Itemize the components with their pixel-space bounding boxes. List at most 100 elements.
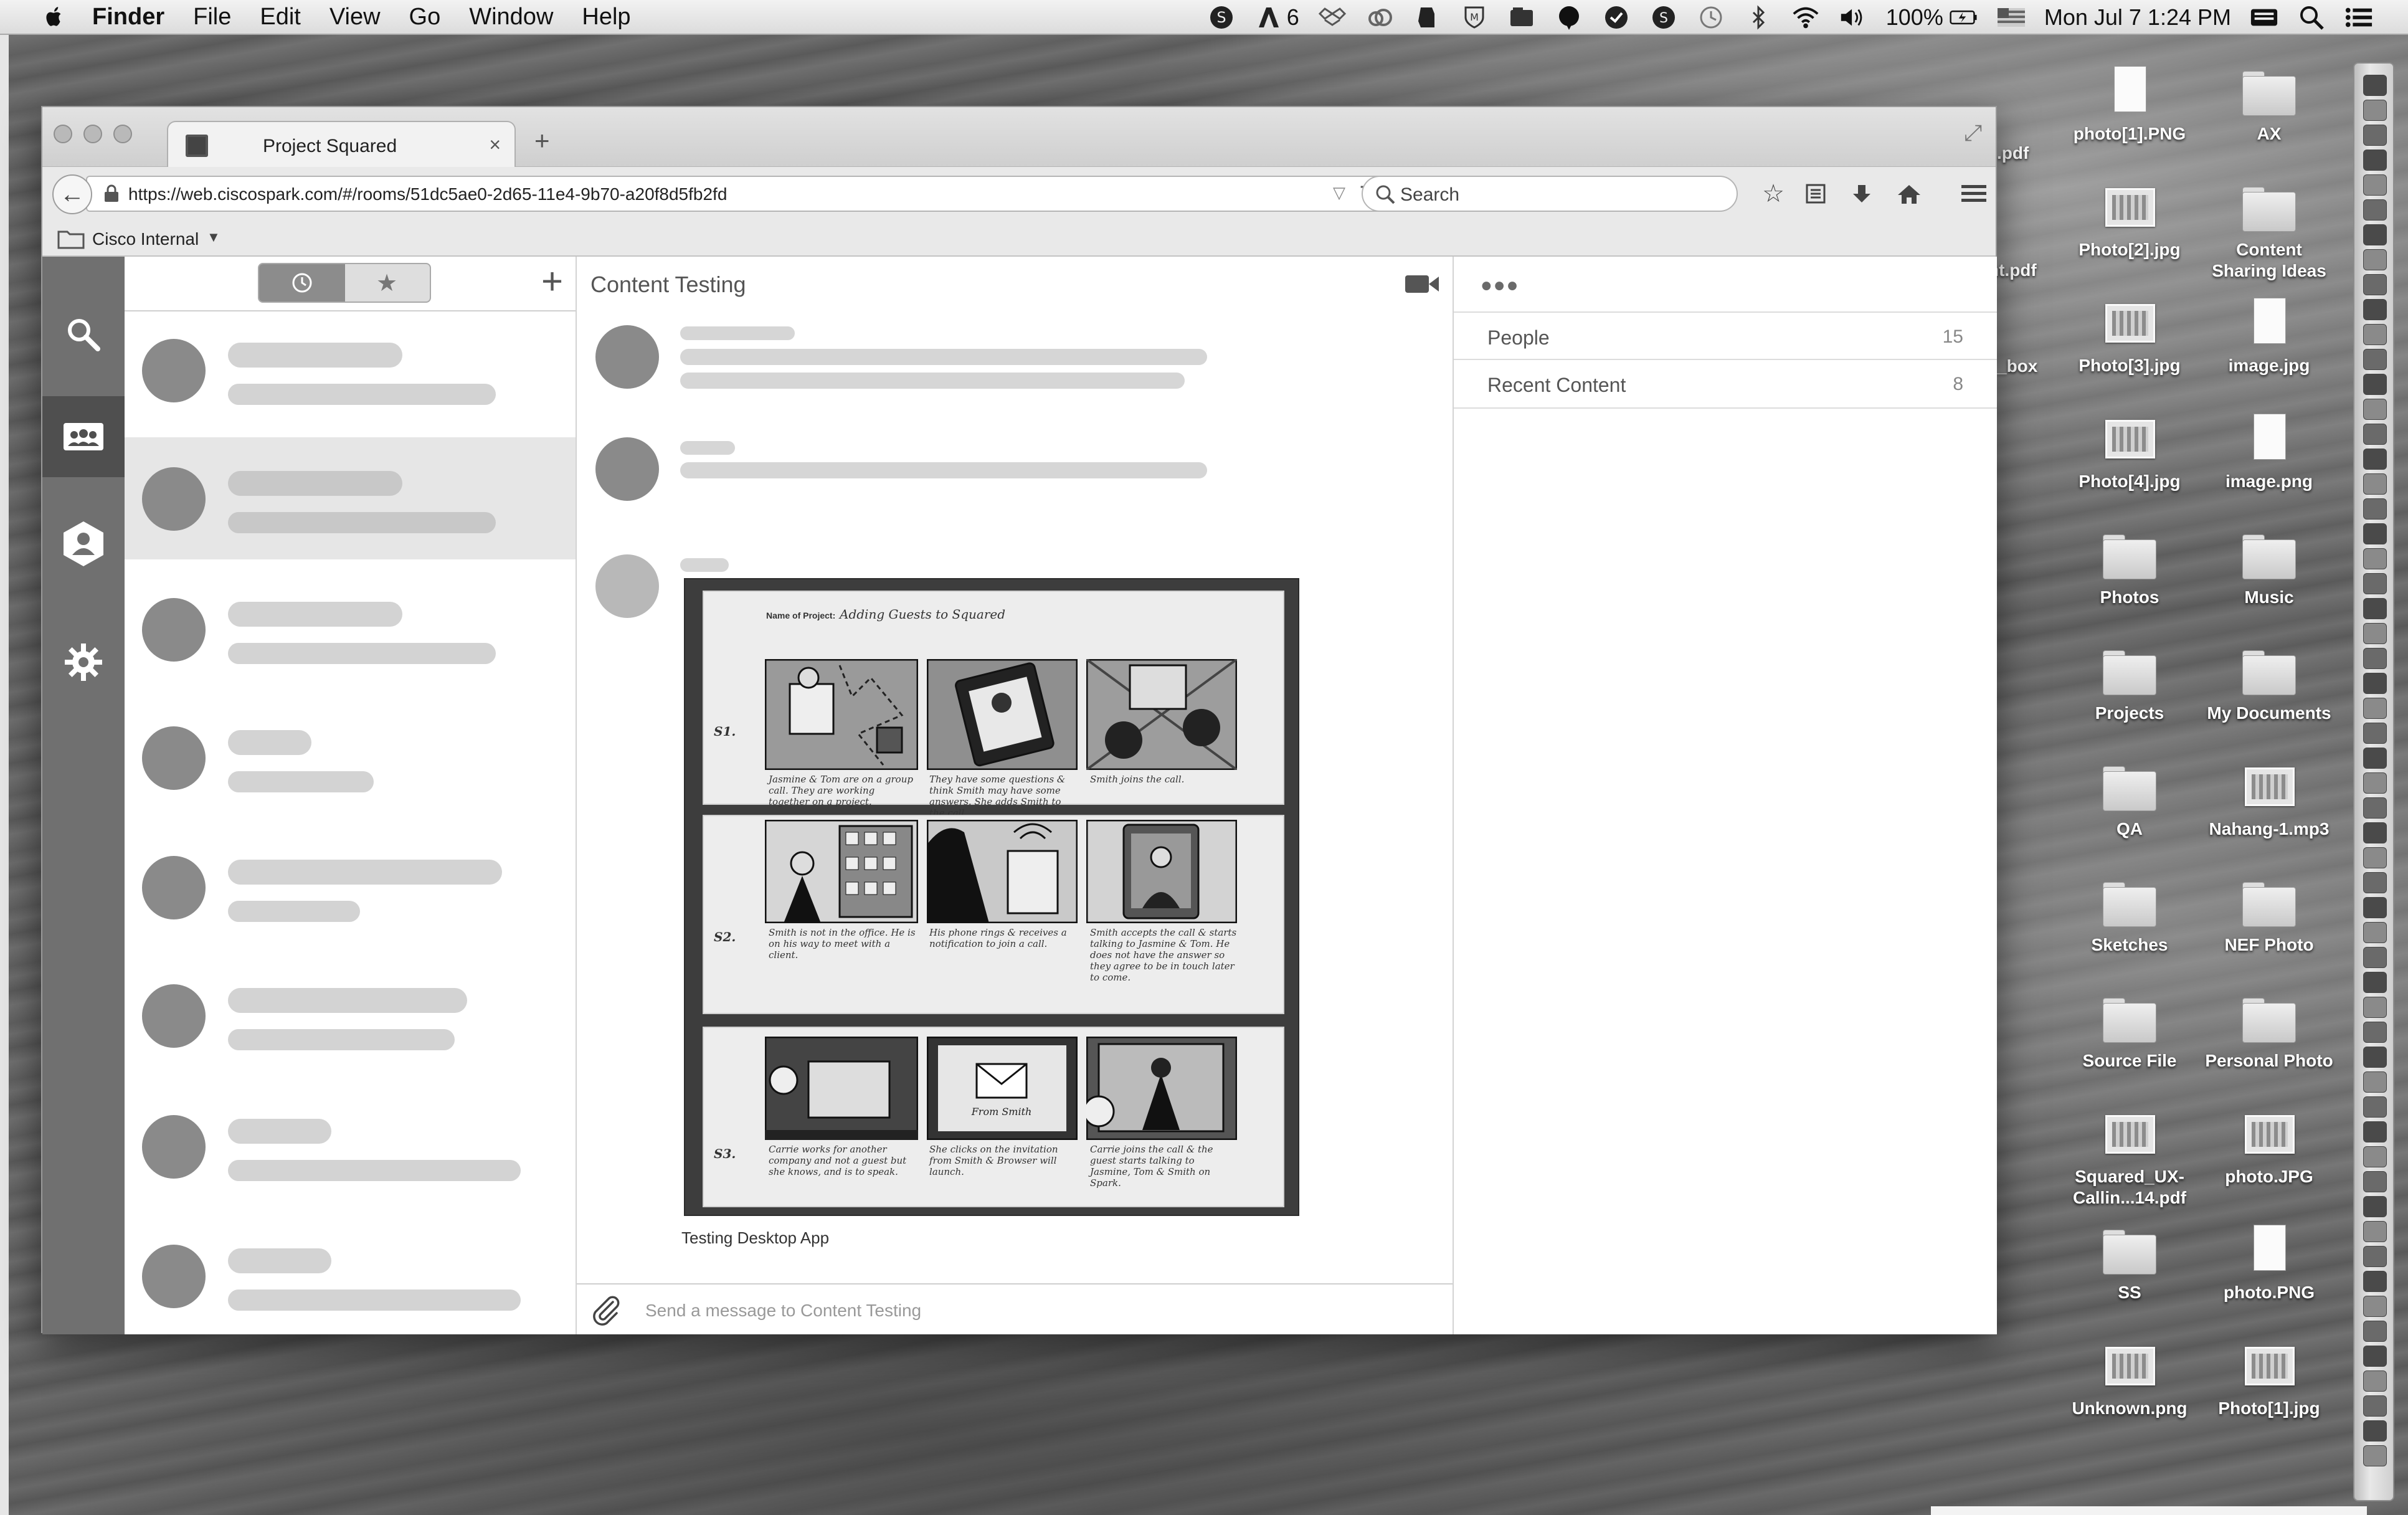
desktop-icon[interactable]: Source File <box>2064 993 2195 1105</box>
tab-close-icon[interactable]: × <box>489 133 501 156</box>
skype-alt-icon[interactable]: S <box>1649 3 1678 32</box>
skype-icon[interactable]: S <box>1207 3 1236 32</box>
dock-app-icon[interactable] <box>2363 1445 2387 1466</box>
bookmark-star-icon[interactable]: ☆ <box>1756 177 1790 211</box>
desktop-icon[interactable]: Photo[2].jpg <box>2064 182 2195 294</box>
dock-app-icon[interactable] <box>2363 199 2387 221</box>
dock-app-icon[interactable] <box>2363 150 2387 171</box>
dock-app-icon[interactable] <box>2363 897 2387 918</box>
dock-app-icon[interactable] <box>2363 1271 2387 1292</box>
desktop-icon[interactable]: Projects <box>2064 645 2195 758</box>
menubar-clock[interactable]: Mon Jul 7 1:24 PM <box>2044 4 2231 31</box>
volume-icon[interactable] <box>1839 3 1867 32</box>
new-tab-button[interactable]: + <box>534 126 550 156</box>
bookmark-folder-label[interactable]: Cisco Internal <box>92 229 199 249</box>
dock-app-icon[interactable] <box>2363 473 2387 495</box>
dock-app-icon[interactable] <box>2363 797 2387 819</box>
close-window-button[interactable] <box>54 125 72 143</box>
dock-app-icon[interactable] <box>2363 648 2387 669</box>
dock-app-icon[interactable] <box>2363 75 2387 96</box>
conversation-item[interactable] <box>125 437 576 559</box>
chat-bubble-icon[interactable] <box>1555 3 1583 32</box>
conversation-item[interactable] <box>125 954 576 1076</box>
desktop-icon[interactable]: Nahang-1.mp3 <box>2204 761 2335 873</box>
reading-list-icon[interactable] <box>1799 177 1832 211</box>
conversation-item[interactable] <box>125 568 576 690</box>
dock-app-icon[interactable] <box>2363 847 2387 868</box>
dock-app-icon[interactable] <box>2363 299 2387 320</box>
desktop-icon[interactable]: Photo[3].jpg <box>2064 298 2195 410</box>
rail-contacts-button[interactable] <box>42 503 125 584</box>
dock-app-icon[interactable] <box>2363 1346 2387 1367</box>
dock-app-icon[interactable] <box>2363 224 2387 245</box>
desktop-partial-label[interactable]: _box <box>1997 356 2037 376</box>
notification-center-icon[interactable] <box>2344 3 2373 32</box>
dock-app-icon[interactable] <box>2363 100 2387 121</box>
dock-app-icon[interactable] <box>2363 174 2387 196</box>
more-options-icon[interactable]: ••• <box>1481 269 1520 303</box>
dock-app-icon[interactable] <box>2363 449 2387 470</box>
bluetooth-icon[interactable] <box>1744 3 1773 32</box>
dock-app-icon[interactable] <box>2363 498 2387 520</box>
desktop-icon[interactable]: photo.JPG <box>2204 1109 2335 1221</box>
rail-search-button[interactable] <box>42 294 125 375</box>
dock-app-icon[interactable] <box>2363 1321 2387 1342</box>
back-button[interactable]: ← <box>52 174 92 214</box>
desktop-icon[interactable]: Squared_UX-Callin...14.pdf <box>2064 1109 2195 1221</box>
dock-app-icon[interactable] <box>2363 922 2387 943</box>
rail-settings-button[interactable] <box>42 622 125 703</box>
dock-app-icon[interactable] <box>2363 1420 2387 1441</box>
dock-app-icon[interactable] <box>2363 324 2387 345</box>
menu-app-name[interactable]: Finder <box>92 4 164 31</box>
desktop-icon[interactable]: image.png <box>2204 414 2335 526</box>
desktop-icon[interactable]: Photo[4].jpg <box>2064 414 2195 526</box>
avatar[interactable] <box>595 325 659 389</box>
dock-app-icon[interactable] <box>2363 125 2387 146</box>
rail-rooms-button[interactable] <box>42 396 125 477</box>
dock-app-icon[interactable] <box>2363 1022 2387 1043</box>
dock-app-icon[interactable] <box>2363 349 2387 370</box>
downloads-icon[interactable] <box>1845 177 1879 211</box>
desktop-icon[interactable]: AX <box>2204 66 2335 178</box>
menu-file[interactable]: File <box>193 4 231 31</box>
dock-app-icon[interactable] <box>2363 249 2387 270</box>
favorites-filter-button[interactable]: ★ <box>344 264 430 302</box>
paperclip-icon[interactable] <box>589 1293 622 1326</box>
evernote-icon[interactable] <box>1413 3 1441 32</box>
dock-app-icon[interactable] <box>2363 1096 2387 1118</box>
creative-cloud-icon[interactable] <box>1365 3 1394 32</box>
dock-app-icon[interactable] <box>2363 997 2387 1018</box>
time-machine-icon[interactable] <box>1697 3 1725 32</box>
menu-help[interactable]: Help <box>582 4 630 31</box>
adobe-icon[interactable] <box>1254 3 1283 32</box>
conversation-item[interactable] <box>125 1215 576 1337</box>
url-history-dropdown-icon[interactable]: ▽ <box>1333 183 1345 202</box>
apple-icon[interactable] <box>41 4 67 30</box>
zoom-window-button[interactable] <box>113 125 132 143</box>
dock-app-icon[interactable] <box>2363 1296 2387 1317</box>
people-row[interactable]: People 15 <box>1454 311 1997 360</box>
dock-app-icon[interactable] <box>2363 523 2387 544</box>
chevron-down-icon[interactable]: ▼ <box>207 229 220 245</box>
dock-app-icon[interactable] <box>2363 1370 2387 1392</box>
conversation-item[interactable] <box>125 1085 576 1207</box>
home-icon[interactable] <box>1892 177 1926 211</box>
desktop-icon[interactable]: Photos <box>2064 530 2195 642</box>
dock-app-icon[interactable] <box>2363 822 2387 843</box>
avatar[interactable] <box>595 554 659 618</box>
dock-app-icon[interactable] <box>2363 1047 2387 1068</box>
desktop-partial-label[interactable]: .pdf <box>1997 143 2029 163</box>
desktop-icon[interactable]: NEF Photo <box>2204 877 2335 989</box>
add-conversation-button[interactable]: + <box>541 263 563 300</box>
desktop-icon[interactable]: Music <box>2204 530 2335 642</box>
desktop-icon[interactable]: QA <box>2064 761 2195 873</box>
malwarebytes-icon[interactable]: M <box>1460 3 1489 32</box>
desktop-icon[interactable]: Unknown.png <box>2064 1341 2195 1453</box>
dock-app-icon[interactable] <box>2363 598 2387 619</box>
desktop-icon[interactable]: Content Sharing Ideas <box>2204 182 2335 294</box>
menu-hamburger-icon[interactable] <box>1957 177 1991 211</box>
keyboard-icon[interactable] <box>2250 3 2278 32</box>
dock-app-icon[interactable] <box>2363 1395 2387 1417</box>
dock-app-icon[interactable] <box>2363 374 2387 395</box>
spotlight-icon[interactable] <box>2297 3 2326 32</box>
